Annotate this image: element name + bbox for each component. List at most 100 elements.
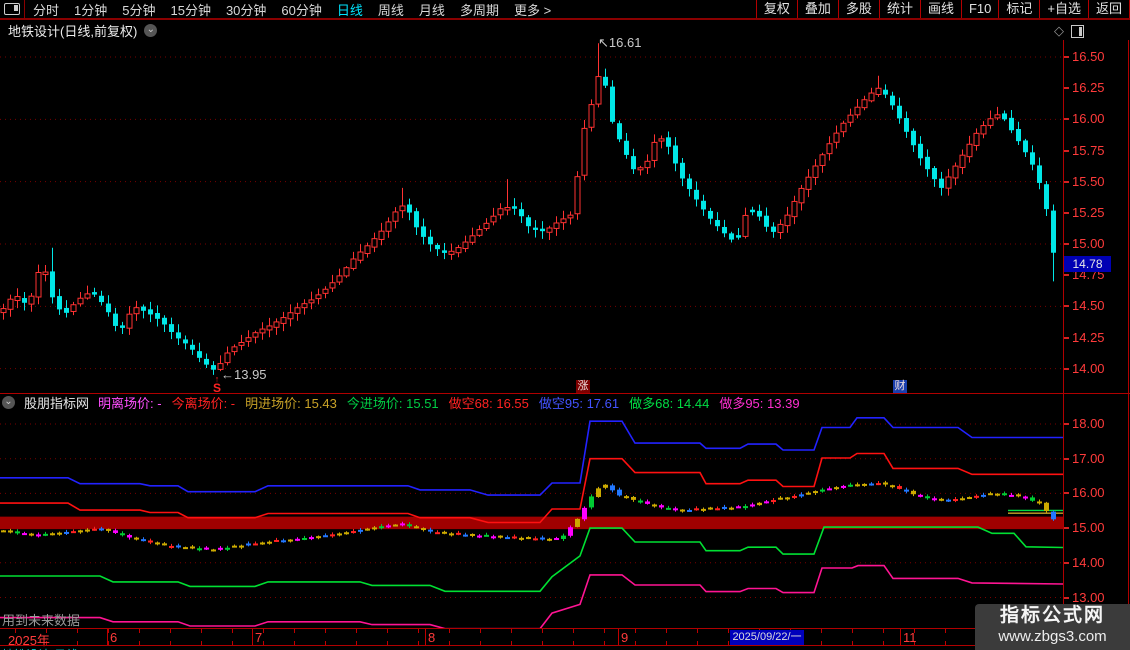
period-tab-3[interactable]: 5分钟 — [122, 0, 155, 19]
axis-tick — [263, 629, 264, 633]
price-axis-label: 15.75 — [1072, 142, 1105, 158]
axis-tick — [697, 629, 698, 633]
indicator-field-8: 做多95: 13.39 — [719, 395, 800, 411]
axis-tick — [821, 629, 822, 633]
axis-tick — [201, 629, 202, 633]
axis-tick — [511, 629, 512, 633]
period-tab-11[interactable]: 更多 > — [514, 0, 551, 19]
indicator-axis-label: 15.00 — [1072, 520, 1105, 536]
axis-tick — [604, 629, 605, 633]
axis-tick — [883, 629, 884, 633]
layout-panel-icon[interactable] — [1071, 24, 1084, 38]
axis-tick — [945, 629, 946, 633]
toolbar-button-6[interactable]: F10 — [960, 0, 998, 18]
period-tab-10[interactable]: 多周期 — [460, 0, 499, 19]
price-axis-label: 14.00 — [1072, 360, 1105, 376]
time-axis-label: 11 — [903, 630, 917, 645]
toolbar-button-8[interactable]: +自选 — [1039, 0, 1088, 18]
price-axis-label: 14.50 — [1072, 298, 1105, 314]
month-separator — [618, 629, 619, 646]
watermark-url: www.zbgs3.com — [998, 628, 1107, 645]
axis-top-border — [0, 628, 1130, 629]
period-tab-2[interactable]: 1分钟 — [74, 0, 107, 19]
price-axis-label: 15.25 — [1072, 204, 1105, 220]
price-axis-label: 15.50 — [1072, 173, 1105, 189]
price-axis-label: 16.50 — [1072, 49, 1105, 64]
price-axis-label: 16.25 — [1072, 80, 1105, 96]
main-candlestick-chart[interactable] — [0, 40, 1063, 393]
indicator-gridlines — [0, 423, 1063, 598]
time-axis-label: 6 — [110, 630, 118, 645]
axis-tick — [418, 629, 419, 633]
axis-tick — [232, 629, 233, 633]
month-separator — [900, 629, 901, 646]
period-tab-5[interactable]: 30分钟 — [226, 0, 266, 19]
toolbar-button-7[interactable]: 标记 — [998, 0, 1039, 18]
axis-bottom-border — [0, 645, 1130, 646]
toolbar-button-2[interactable]: 叠加 — [796, 0, 838, 18]
window-split-icon[interactable] — [0, 0, 25, 18]
indicator-field-1: 明离场价: - — [98, 395, 162, 411]
toolbar-button-5[interactable]: 画线 — [919, 0, 961, 18]
axis-tick — [77, 629, 78, 633]
axis-tick — [387, 629, 388, 633]
toolbar-button-4[interactable]: 统计 — [878, 0, 920, 18]
indicator-chart[interactable] — [0, 410, 1063, 628]
month-separator — [252, 629, 253, 646]
event-badge: 涨 — [576, 380, 590, 393]
window-right-border — [1128, 40, 1129, 646]
period-tab-8[interactable]: 周线 — [378, 0, 404, 19]
toolbar-buttons: 复权 叠加 多股 统计 画线 F10 标记 +自选 返回 — [755, 0, 1130, 18]
axis-tick — [728, 629, 729, 633]
last-price-badge: 14.78 — [1064, 256, 1111, 272]
indicator-axis-label: 16.00 — [1072, 485, 1105, 501]
indicator-axis-label: 17.00 — [1072, 450, 1105, 466]
period-tab-9[interactable]: 月线 — [419, 0, 445, 19]
stock-title: 地铁设计(日线,前复权) — [8, 23, 138, 39]
axis-tick — [294, 629, 295, 633]
price-axis-label: 14.25 — [1072, 329, 1105, 345]
event-badge: 财 — [893, 380, 907, 393]
main-gridlines — [0, 56, 1063, 370]
indicator-line — [0, 564, 1063, 628]
clipped-status-row: 地铁设计(日线 — [0, 646, 1130, 650]
period-tab-7[interactable]: 日线 — [337, 0, 363, 19]
time-axis-label: 7 — [255, 630, 263, 645]
axis-tick — [480, 629, 481, 633]
signal-s-marker: ↑ S — [209, 375, 225, 395]
diamond-icon[interactable]: ◇ — [1054, 23, 1064, 39]
watermark-title: 指标公式网 — [999, 605, 1105, 626]
toolbar-button-1[interactable]: 复权 — [755, 0, 797, 18]
time-axis-label: 9 — [621, 630, 629, 645]
time-axis-label: 8 — [428, 630, 436, 645]
chevron-down-circle-icon[interactable]: ⌄ — [144, 23, 158, 37]
indicator-source: 股朋指标网 — [24, 395, 90, 411]
chart-title-bar: 地铁设计(日线,前复权) ⌄ ◇ — [0, 20, 1130, 40]
trading-app-window: 分时 1分钟 5分钟 15分钟 30分钟 60分钟 日线 周线 月线 多周期 更多 > 复权 叠加 多股… — [0, 0, 1130, 650]
period-tab-1[interactable]: 分时 — [33, 0, 59, 19]
month-separator — [425, 629, 426, 646]
indicator-field-3: 明进场价: 15.43 — [245, 395, 337, 411]
price-axis-label: 15.00 — [1072, 236, 1105, 251]
indicator-field-6: 做空95: 17.61 — [538, 395, 620, 411]
axis-tick — [108, 629, 109, 633]
indicator-field-4: 今进场价: 15.51 — [346, 395, 439, 411]
indicator-axis-label: 18.00 — [1072, 416, 1105, 431]
watermark: 指标公式网 www.zbgs3.com — [975, 604, 1130, 650]
axis-tick — [573, 629, 574, 633]
indicator-field-7: 做多68: 14.44 — [629, 395, 710, 411]
axis-tick — [666, 629, 667, 633]
price-axis-label: 16.00 — [1072, 111, 1105, 127]
axis-tick — [635, 629, 636, 633]
period-tab-6[interactable]: 60分钟 — [281, 0, 321, 19]
toolbar-button-3[interactable]: 多股 — [837, 0, 879, 18]
indicator-line — [0, 417, 1063, 496]
time-axis-label: 2025年 — [8, 633, 50, 648]
axis-tick — [139, 629, 140, 633]
chevron-down-circle-icon[interactable]: ⌄ — [2, 395, 15, 409]
axis-tick — [542, 629, 543, 633]
axis-tick — [852, 629, 853, 633]
axis-tick — [325, 629, 326, 633]
toolbar-button-9[interactable]: 返回 — [1087, 0, 1130, 18]
period-tab-4[interactable]: 15分钟 — [170, 0, 210, 19]
